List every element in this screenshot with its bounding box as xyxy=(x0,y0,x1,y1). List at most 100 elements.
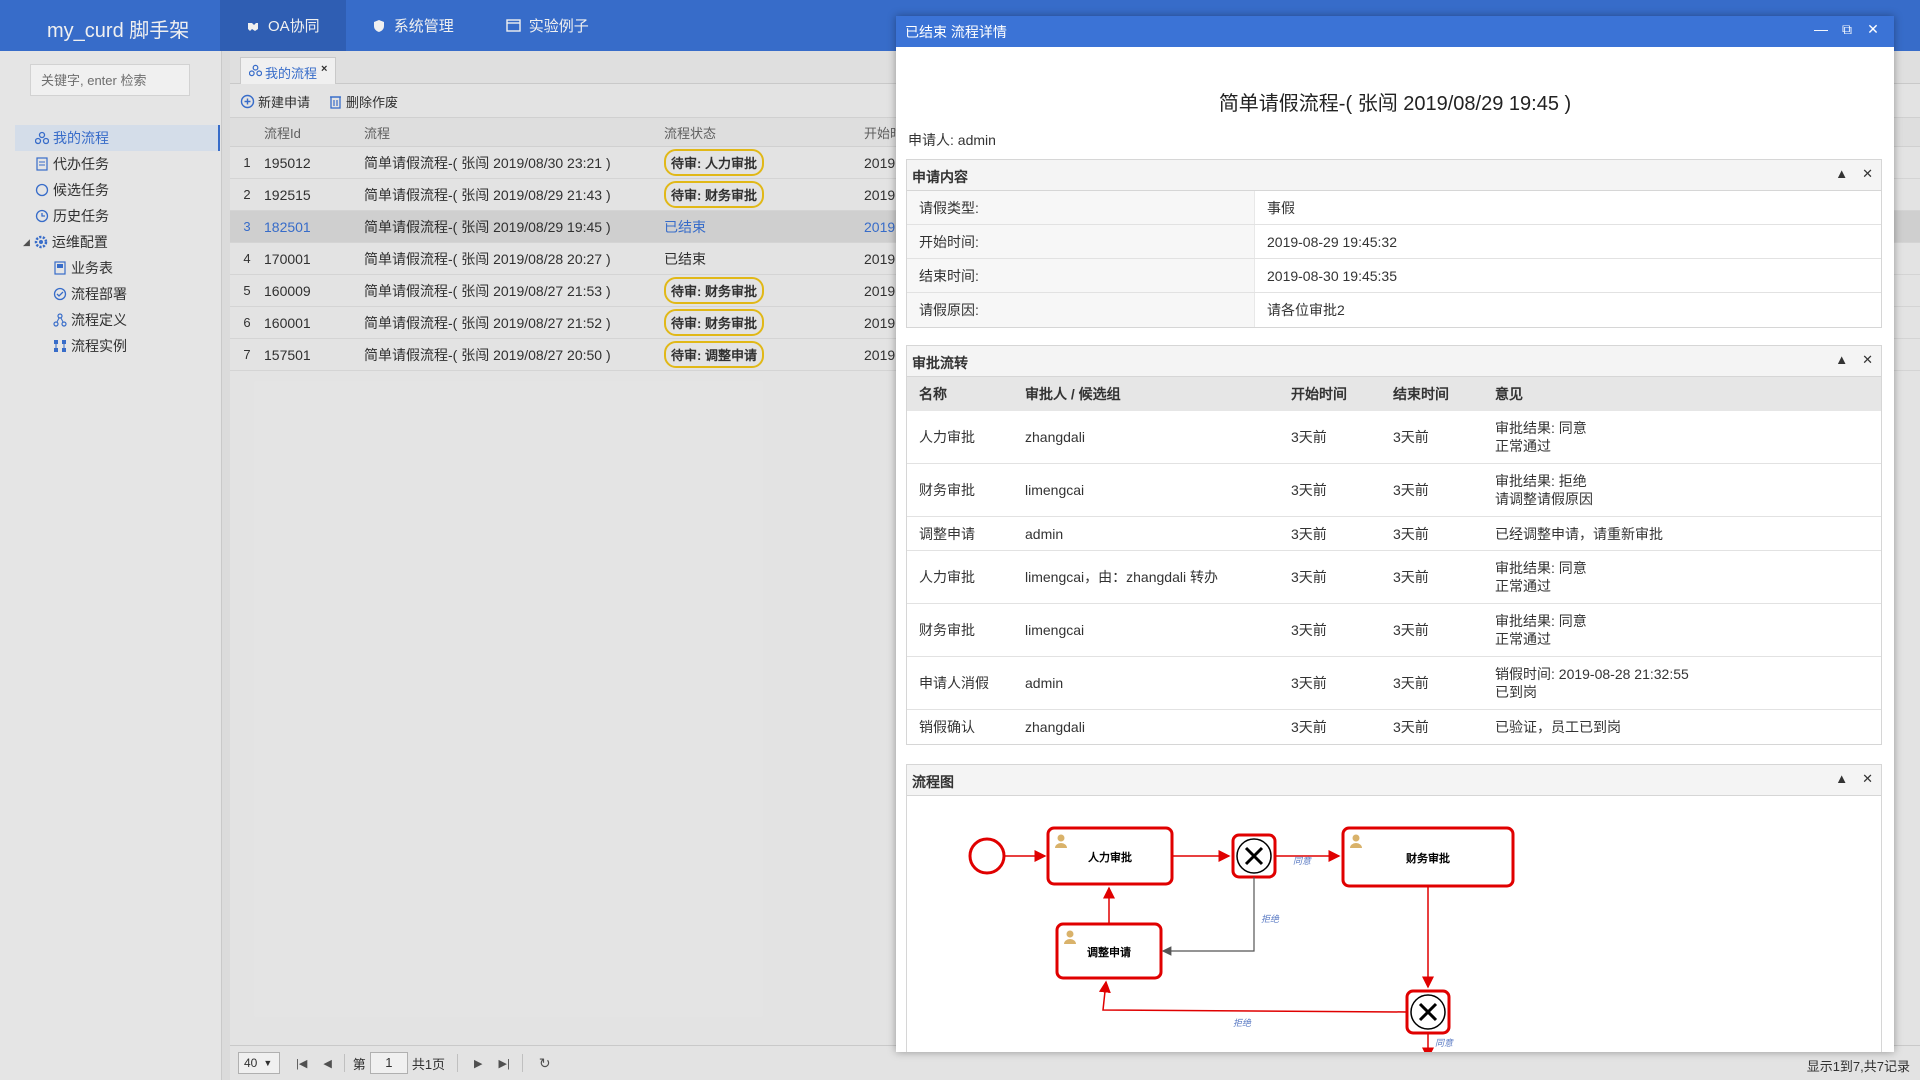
col-header-flow[interactable]: 流程 xyxy=(364,123,664,142)
kv-row: 请假类型: 事假 xyxy=(907,191,1881,225)
delete-button[interactable]: 删除作废 xyxy=(328,92,398,111)
tab-my-flow[interactable]: 我的流程 × xyxy=(240,57,337,84)
close-icon[interactable]: ✕ xyxy=(1862,771,1873,787)
close-icon[interactable]: ✕ xyxy=(1860,21,1886,38)
task-adjust-request[interactable]: 调整申请 xyxy=(1055,922,1163,980)
sidebar-item-history[interactable]: 历史任务 xyxy=(15,203,220,229)
cell-name: 财务审批 xyxy=(919,482,975,498)
panel-header: 流程图 ▲ ✕ xyxy=(907,765,1881,796)
flow-icon xyxy=(249,64,262,77)
app-brand[interactable]: my_curd 脚手架 xyxy=(47,14,189,43)
cell-name: 调整申请 xyxy=(919,525,975,542)
prev-page-icon[interactable]: ◀ xyxy=(323,1057,331,1070)
process-diagram: 人力审批 同意 财务审批 拒绝 调整申请 拒绝 同意 xyxy=(968,826,1515,1052)
search-input[interactable] xyxy=(30,64,190,96)
panel-title: 审批流转 xyxy=(912,355,968,371)
maximize-icon[interactable]: ⧉ xyxy=(1834,21,1860,38)
collapse-icon[interactable]: ▲ xyxy=(1835,166,1848,182)
sidebar-item-label: 业务表 xyxy=(71,260,113,276)
topnav-oa[interactable]: OA协同 xyxy=(220,0,346,51)
sidebar-item-my-flow[interactable]: 我的流程 xyxy=(15,125,220,151)
next-page-icon[interactable]: ▶ xyxy=(474,1057,482,1070)
cell-opinion-line: 已到岗 xyxy=(1495,684,1537,700)
task-hr-approval[interactable]: 人力审批 xyxy=(1046,826,1174,886)
status-badge: 待审: 调整申请 xyxy=(664,341,764,368)
last-page-icon[interactable]: ▶| xyxy=(499,1057,510,1070)
close-icon[interactable]: ✕ xyxy=(1862,352,1873,368)
cell-id: 192515 xyxy=(264,186,311,203)
dialog-title: 已结束 流程详情 xyxy=(905,24,1007,40)
sidebar-item-candidate[interactable]: 候选任务 xyxy=(15,177,220,203)
gear-icon xyxy=(33,234,49,250)
first-page-icon[interactable]: |◀ xyxy=(296,1057,307,1070)
exclusive-gateway[interactable] xyxy=(1231,833,1277,879)
cell-start: 3天前 xyxy=(1291,569,1327,585)
caret-down-icon[interactable]: ◢ xyxy=(23,237,30,248)
cell-opinion-line: 审批结果: 同意 xyxy=(1495,560,1587,576)
page-total: 共1页 xyxy=(411,1056,446,1072)
sidebar-item-todo[interactable]: 代办任务 xyxy=(15,151,220,177)
cell-name: 人力审批 xyxy=(919,569,975,585)
start-event[interactable] xyxy=(968,837,1006,875)
page-size-select[interactable]: 40 ▼ xyxy=(238,1052,280,1074)
cell-end: 3天前 xyxy=(1393,429,1429,445)
close-icon[interactable]: ✕ xyxy=(1862,166,1873,182)
task-finance-approval[interactable]: 财务审批 xyxy=(1341,826,1515,888)
approval-row: 销假确认 zhangdali 3天前 3天前 已验证，员工已到岗 xyxy=(907,710,1881,744)
cell-id: 160001 xyxy=(264,314,311,331)
kv-key: 请假类型: xyxy=(907,191,1255,224)
approval-row: 财务审批 limengcai 3天前 3天前 审批结果: 拒绝 请调整请假原因 xyxy=(907,464,1881,517)
sidebar-item-business-table[interactable]: 业务表 xyxy=(15,255,220,281)
sidebar-item-ops[interactable]: ◢ 运维配置 xyxy=(15,229,220,255)
sidebar-item-definition[interactable]: 流程定义 xyxy=(15,307,220,333)
exclusive-gateway[interactable] xyxy=(1405,989,1451,1035)
col-header-id[interactable]: 流程Id xyxy=(264,123,364,142)
row-number: 5 xyxy=(243,283,251,298)
cell-approver: admin xyxy=(1025,525,1064,542)
cell-flow: 简单请假流程-( 张闯 2019/08/28 20:27 ) xyxy=(364,250,611,267)
row-number: 6 xyxy=(243,315,251,330)
trash-icon xyxy=(330,95,342,109)
cell-start: 3天前 xyxy=(1291,482,1327,498)
page-number-input[interactable]: 1 xyxy=(369,1052,408,1074)
cell-opinion-line: 已验证，员工已到岗 xyxy=(1495,719,1621,735)
panel-title: 流程图 xyxy=(912,774,954,790)
flow-arrow-reject xyxy=(1161,877,1255,956)
topnav-examples[interactable]: 实验例子 xyxy=(480,0,615,51)
kv-value: 事假 xyxy=(1267,199,1295,216)
panel-header: 申请内容 ▲ ✕ xyxy=(907,160,1881,191)
sidebar-item-deploy[interactable]: 流程部署 xyxy=(15,281,220,307)
topnav-system[interactable]: 系统管理 xyxy=(346,0,480,51)
approval-row: 调整申请 admin 3天前 3天前 已经调整申请，请重新审批 xyxy=(907,517,1881,551)
refresh-icon[interactable]: ↻ xyxy=(539,1055,551,1072)
cell-end: 3天前 xyxy=(1393,525,1429,542)
sidebar-item-instance[interactable]: 流程实例 xyxy=(15,333,220,359)
cell-opinion-line: 正常通过 xyxy=(1495,578,1551,594)
flow-arrow-reject xyxy=(1098,980,1408,1013)
cell-name: 销假确认 xyxy=(919,719,975,735)
collapse-icon[interactable]: ▲ xyxy=(1835,771,1848,787)
cell-end: 3天前 xyxy=(1393,482,1429,498)
status-badge: 待审: 财务审批 xyxy=(664,309,764,336)
cell-start: 3天前 xyxy=(1291,429,1327,445)
kv-row: 结束时间: 2019-08-30 19:45:35 xyxy=(907,259,1881,293)
cell-flow: 简单请假流程-( 张闯 2019/08/29 19:45 ) xyxy=(364,218,611,235)
col-header-status[interactable]: 流程状态 xyxy=(664,123,864,142)
collapse-icon[interactable]: ▲ xyxy=(1835,352,1848,368)
cell-id: 160009 xyxy=(264,282,311,299)
cell-end: 3天前 xyxy=(1393,719,1429,735)
page-info: 显示1到7,共7记录 xyxy=(1806,1059,1910,1074)
cell-id: 195012 xyxy=(264,154,311,171)
minimize-icon[interactable]: — xyxy=(1808,21,1834,38)
cell-flow: 简单请假流程-( 张闯 2019/08/27 21:52 ) xyxy=(364,314,611,331)
apply-panel: 申请内容 ▲ ✕ 请假类型: 事假 开始时间: 2019-08-29 19:45:32… xyxy=(906,159,1882,328)
cell-approver: admin xyxy=(1025,675,1064,691)
diagram-panel: 流程图 ▲ ✕ 人力审批 同意 财务审批 拒绝 调整申请 拒绝 同意 xyxy=(906,764,1882,1052)
approval-panel: 审批流转 ▲ ✕ 名称 审批人 / 候选组 开始时间 结束时间 意见 人力审批 z… xyxy=(906,345,1882,745)
tab-close-icon[interactable]: × xyxy=(321,63,327,75)
cell-approver: limengcai xyxy=(1025,622,1085,638)
col-header-approver: 审批人 / 候选组 xyxy=(1025,386,1121,402)
sidebar-item-label: 运维配置 xyxy=(51,234,108,250)
new-request-button[interactable]: 新建申请 xyxy=(240,92,310,111)
topnav-system-label: 系统管理 xyxy=(393,18,454,35)
